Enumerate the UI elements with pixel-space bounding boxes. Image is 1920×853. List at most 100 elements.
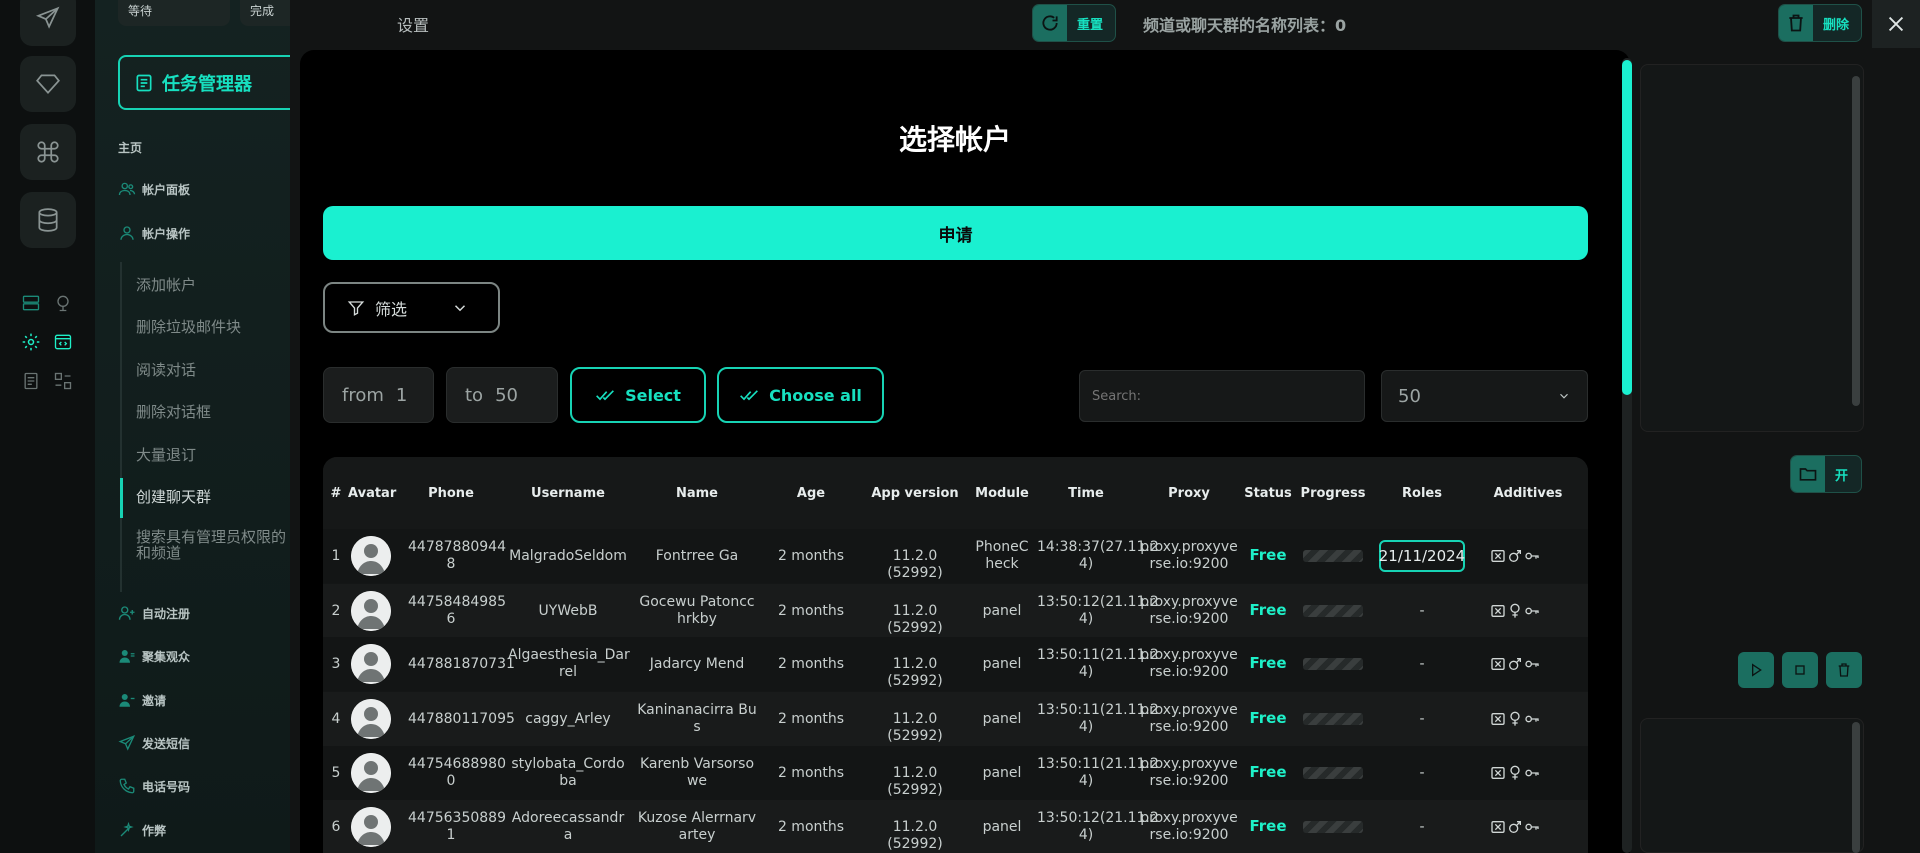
log-panel [1640, 718, 1864, 853]
filter-label: 筛选 [375, 299, 408, 319]
stop-icon[interactable] [1782, 652, 1818, 688]
table-row[interactable]: 3 447881870731 Algaesthesia_Dar rel Jadarcy … [323, 637, 1588, 691]
auto-register-label: 自动注册 [142, 606, 191, 621]
role-date-badge[interactable]: 21/11/2024 [1379, 540, 1465, 572]
header-phone[interactable]: Phone [408, 486, 494, 501]
user-plus-icon [118, 606, 135, 620]
time-cell: 14:38:37(27.11.2 4) [1037, 539, 1159, 572]
status-badge: Free [1249, 817, 1287, 835]
log-scrollbar[interactable] [1852, 722, 1860, 853]
sidebar-item-account-panel[interactable]: 帐户面板 [118, 180, 190, 198]
send-icon[interactable] [20, 0, 76, 46]
sidebar-item-create-group[interactable]: 创建聊天群 [136, 486, 211, 507]
accounts-table: # Avatar Phone Username Name Age App ver… [323, 457, 1588, 853]
sidebar-item-phone-numbers[interactable]: 电话号码 [118, 777, 190, 795]
status-badge: Free [1249, 654, 1287, 672]
sidebar-item-gather-audience[interactable]: 聚集观众 [118, 647, 190, 665]
time-cell: 13:50:11(21.11.2 4) [1037, 702, 1159, 735]
table-header: # Avatar Phone Username Name Age App ver… [323, 457, 1588, 529]
name-cell: Gocewu Patoncc hrkby [639, 594, 755, 627]
sidebar-item-account-ops[interactable]: 帐户操作 [118, 224, 190, 242]
code-window-icon[interactable] [52, 331, 74, 353]
header-additives[interactable]: Additives [1475, 486, 1581, 501]
open-button[interactable]: 开 [1790, 455, 1862, 493]
send-sms-label: 发送短信 [142, 736, 191, 751]
module-cell: panel [982, 765, 1022, 781]
per-page-select[interactable]: 50 [1381, 370, 1588, 422]
header-index[interactable]: # [328, 486, 344, 501]
task-manager-label: 任务管理器 [162, 73, 252, 95]
select-label: Select [625, 385, 681, 405]
range-from-input[interactable]: from 1 [323, 367, 434, 423]
select-button[interactable]: Select [570, 367, 706, 423]
header-name[interactable]: Name [635, 486, 759, 501]
layout-icon[interactable] [52, 370, 74, 392]
open-label: 开 [1835, 468, 1849, 484]
choose-all-button[interactable]: Choose all [717, 367, 884, 423]
task-manager-button[interactable]: 任务管理器 [118, 55, 318, 110]
delete-button[interactable]: 删除 [1778, 4, 1862, 42]
header-avatar[interactable]: Avatar [348, 486, 396, 501]
filter-dropdown[interactable]: 筛选 [323, 282, 500, 333]
female-icon [1510, 765, 1520, 780]
avatar[interactable] [351, 807, 391, 847]
apply-button[interactable]: 申请 [323, 206, 1588, 260]
play-icon[interactable] [1738, 652, 1774, 688]
sidebar-item-search-admin[interactable]: 搜索具有管理员权限的和频道 [136, 529, 296, 561]
header-age[interactable]: Age [763, 486, 859, 501]
range-to-input[interactable]: to 50 [446, 367, 558, 423]
sidebar-item-invite[interactable]: 邀请 [118, 691, 166, 709]
document-icon[interactable] [20, 370, 42, 392]
choose-all-label: Choose all [769, 385, 862, 405]
table-row[interactable]: 5 44754688980 0 stylobata_Cordo ba Karenb Var… [323, 746, 1588, 800]
avatar[interactable] [351, 644, 391, 684]
additives-icons [1490, 711, 1540, 727]
header-username[interactable]: Username [508, 486, 628, 501]
header-proxy[interactable]: Proxy [1139, 486, 1239, 501]
proxy-cell: proxy.proxyve rse.io:9200 [1140, 594, 1238, 627]
table-row[interactable]: 6 44756350889 1 Adoreecassandr a Kuzose Alerr… [323, 800, 1588, 853]
sidebar-item-delete-dialogs[interactable]: 删除对话框 [136, 401, 211, 422]
avatar[interactable] [351, 699, 391, 739]
close-icon[interactable] [1872, 0, 1920, 48]
avatar[interactable] [351, 536, 391, 576]
table-row[interactable]: 4 447880117095 caggy_Arley Kaninanacirra Bu… [323, 692, 1588, 746]
invite-label: 邀请 [142, 693, 167, 708]
progress-bar [1303, 821, 1363, 833]
header-roles[interactable]: Roles [1373, 486, 1471, 501]
table-row[interactable]: 2 44758484985 6 UYWebB Gocewu Patoncc hrkby 2 … [323, 584, 1588, 638]
blocked-icon [1491, 605, 1505, 617]
progress-bar [1303, 767, 1363, 779]
sidebar-item-auto-register[interactable]: 自动注册 [118, 604, 190, 622]
sidebar-item-cheat[interactable]: 作弊 [118, 821, 166, 839]
server-icon[interactable] [20, 292, 42, 314]
avatar[interactable] [351, 753, 391, 793]
sidebar-item-read-dialogs[interactable]: 阅读对话 [136, 359, 196, 380]
sidebar-item-remove-spam-block[interactable]: 删除垃圾邮件块 [136, 316, 241, 337]
modal-scrollbar-thumb[interactable] [1622, 60, 1632, 395]
proxy-cell: proxy.proxyve rse.io:9200 [1140, 647, 1238, 680]
trash-task-icon[interactable] [1826, 652, 1862, 688]
sidebar-item-send-sms[interactable]: 发送短信 [118, 734, 190, 752]
webcam-icon[interactable] [52, 292, 74, 314]
database-icon[interactable] [20, 192, 76, 248]
header-app-version[interactable]: App version [863, 486, 967, 501]
filter-icon [347, 300, 365, 316]
sidebar-item-add-account[interactable]: 添加帐户 [136, 274, 196, 295]
header-status[interactable]: Status [1243, 486, 1293, 501]
key-icon [1525, 823, 1539, 831]
module-cell: panel [982, 711, 1022, 727]
gear-icon[interactable] [20, 331, 42, 353]
key-icon [1525, 660, 1539, 668]
header-progress[interactable]: Progress [1297, 486, 1369, 501]
table-row[interactable]: 1 44787880944 8 MalgradoSeldom Fontrree Ga 2 … [323, 529, 1588, 583]
header-module[interactable]: Module [971, 486, 1033, 501]
sidebar-item-mass-unsubscribe[interactable]: 大量退订 [136, 444, 196, 465]
avatar[interactable] [351, 591, 391, 631]
reset-button[interactable]: 重置 [1032, 4, 1116, 42]
diamond-icon[interactable] [20, 56, 76, 112]
age-cell: 2 months [777, 603, 845, 619]
search-input[interactable] [1079, 370, 1365, 422]
header-time[interactable]: Time [1037, 486, 1135, 501]
row-index: 2 [331, 603, 341, 619]
